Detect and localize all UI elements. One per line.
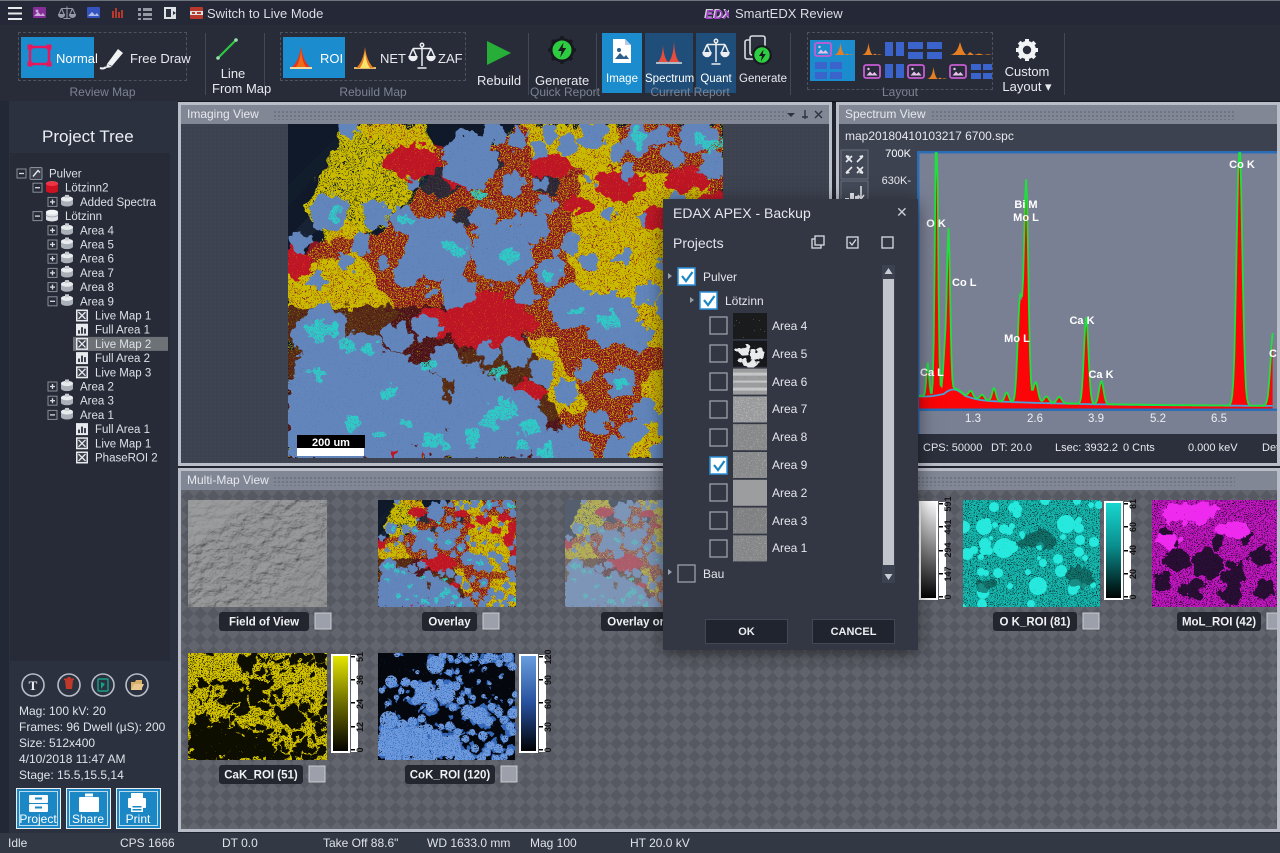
- svg-text:Co L: Co L: [952, 277, 977, 289]
- svg-text:Area 7: Area 7: [772, 402, 808, 416]
- svg-text:0: 0: [1128, 594, 1138, 599]
- svg-text:Full Area 2: Full Area 2: [95, 353, 150, 365]
- svg-text:T: T: [29, 678, 38, 693]
- svg-text:Pulver: Pulver: [703, 270, 737, 284]
- svg-text:Overlay on: Overlay on: [607, 617, 666, 629]
- svg-text:CaK_ROI (51): CaK_ROI (51): [224, 770, 298, 782]
- svg-text:Area 5: Area 5: [80, 240, 114, 252]
- svg-text:Ca K: Ca K: [1069, 315, 1094, 327]
- svg-text:Lötzinn: Lötzinn: [725, 294, 764, 308]
- svg-text:map20180410103217 6700.spc: map20180410103217 6700.spc: [845, 129, 1014, 143]
- svg-text:30: 30: [543, 722, 553, 732]
- svg-text:DT: 20.0: DT: 20.0: [991, 442, 1032, 454]
- svg-text:Co: Co: [1269, 348, 1277, 360]
- svg-text:5.2: 5.2: [1150, 413, 1166, 425]
- svg-text:40: 40: [1128, 545, 1138, 555]
- svg-text:Area 7: Area 7: [80, 268, 114, 280]
- svg-text:O K_ROI (81): O K_ROI (81): [1000, 617, 1071, 629]
- svg-text:Area 6: Area 6: [772, 375, 808, 389]
- svg-text:Added Spectra: Added Spectra: [80, 197, 157, 209]
- svg-text:Lötzinn2: Lötzinn2: [65, 183, 108, 195]
- svg-text:Bau: Bau: [703, 567, 724, 581]
- svg-text:Full Area 1: Full Area 1: [95, 424, 150, 436]
- svg-text:1.3: 1.3: [965, 413, 981, 425]
- svg-text:0 Cnts: 0 Cnts: [1123, 442, 1155, 454]
- svg-text:6.5: 6.5: [1211, 413, 1227, 425]
- svg-text:Area 3: Area 3: [772, 514, 808, 528]
- svg-text:Ca K: Ca K: [1088, 369, 1113, 381]
- svg-text:Live Map 3: Live Map 3: [95, 367, 151, 379]
- svg-text:200 um: 200 um: [312, 437, 350, 449]
- svg-text:630K-: 630K-: [882, 175, 912, 187]
- svg-text:294: 294: [943, 542, 953, 557]
- svg-text:Area 6: Area 6: [80, 254, 114, 266]
- svg-text:700K: 700K: [885, 148, 911, 160]
- svg-text:Area 5: Area 5: [772, 347, 808, 361]
- svg-text:Live Map 1: Live Map 1: [95, 311, 151, 323]
- svg-text:O K: O K: [926, 218, 946, 230]
- svg-text:Area 9: Area 9: [772, 458, 808, 472]
- svg-text:Mo L: Mo L: [1004, 333, 1030, 345]
- svg-text:Project: Project: [19, 812, 57, 826]
- svg-text:0: 0: [543, 747, 553, 752]
- svg-text:Share: Share: [72, 812, 104, 826]
- svg-text:EDX: EDX: [705, 7, 729, 22]
- svg-text:Area 4: Area 4: [80, 225, 114, 237]
- svg-text:3.9: 3.9: [1088, 413, 1104, 425]
- svg-text:147: 147: [943, 566, 953, 581]
- svg-text:Lötzinn: Lötzinn: [65, 211, 102, 223]
- svg-text:Area 8: Area 8: [772, 430, 808, 444]
- svg-text:Area 4: Area 4: [772, 319, 808, 333]
- svg-text:36: 36: [355, 675, 365, 685]
- svg-text:12: 12: [355, 722, 365, 732]
- svg-text:Full Area 1: Full Area 1: [95, 325, 150, 337]
- svg-text:Pulver: Pulver: [49, 169, 82, 181]
- svg-text:24: 24: [355, 699, 365, 709]
- svg-text:60: 60: [1128, 522, 1138, 532]
- svg-text:Area 9: Area 9: [80, 296, 114, 308]
- svg-text:90: 90: [543, 675, 553, 685]
- svg-text:0: 0: [355, 747, 365, 752]
- svg-text:Det:: Det:: [1262, 442, 1277, 454]
- svg-text:Area 2: Area 2: [772, 486, 808, 500]
- svg-text:591: 591: [943, 496, 953, 511]
- svg-text:Mo L: Mo L: [1013, 212, 1039, 224]
- svg-text:Area 1: Area 1: [80, 410, 114, 422]
- svg-text:0.000 keV: 0.000 keV: [1188, 442, 1238, 454]
- svg-text:Co K: Co K: [1229, 159, 1255, 171]
- svg-text:MoL_ROI (42): MoL_ROI (42): [1182, 617, 1256, 629]
- svg-text:120: 120: [543, 649, 553, 664]
- svg-text:Area 2: Area 2: [80, 382, 114, 394]
- svg-text:Live Map 1: Live Map 1: [95, 438, 151, 450]
- svg-text:Area 8: Area 8: [80, 282, 114, 294]
- svg-text:81: 81: [1128, 499, 1138, 509]
- svg-text:Field of View: Field of View: [229, 617, 299, 629]
- svg-text:Live Map 2: Live Map 2: [95, 339, 151, 351]
- svg-text:0: 0: [943, 594, 953, 599]
- svg-text:PhaseROI 2: PhaseROI 2: [95, 453, 158, 465]
- svg-text:Print: Print: [126, 812, 151, 826]
- svg-text:Overlay: Overlay: [428, 617, 471, 629]
- svg-text:Area 1: Area 1: [772, 541, 808, 555]
- svg-text:Area 3: Area 3: [80, 396, 114, 408]
- svg-text:51: 51: [355, 652, 365, 662]
- svg-text:CoK_ROI (120): CoK_ROI (120): [410, 770, 491, 782]
- svg-text:CPS: 50000: CPS: 50000: [923, 442, 982, 454]
- svg-text:60: 60: [543, 699, 553, 709]
- svg-text:2.6: 2.6: [1027, 413, 1043, 425]
- svg-text:Lsec: 3932.2: Lsec: 3932.2: [1055, 442, 1118, 454]
- svg-text:20: 20: [1128, 569, 1138, 579]
- svg-text:Bi M: Bi M: [1014, 199, 1037, 211]
- svg-text:441: 441: [943, 519, 953, 534]
- svg-text:Ca L: Ca L: [920, 367, 944, 379]
